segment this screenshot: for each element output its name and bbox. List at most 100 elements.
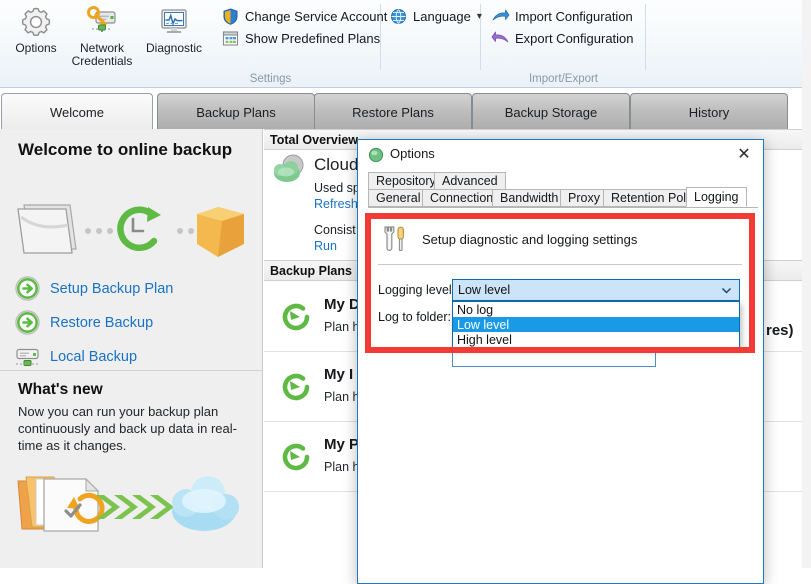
sidebar-item-label: Setup Backup Plan (50, 280, 174, 297)
log-to-folder-label: Log to folder: (378, 310, 451, 324)
diagnostic-button-label: Diagnostic (145, 41, 203, 55)
grid-window-icon (221, 29, 240, 48)
dropdown-option-low-level[interactable]: Low level (453, 317, 739, 332)
tab-history[interactable]: History (630, 93, 788, 130)
chevron-down-icon[interactable] (720, 284, 733, 297)
show-predefined-plans-label: Show Predefined Plans (245, 30, 381, 46)
welcome-sidebar: Welcome to online backup Setup Backup Pl… (0, 129, 263, 568)
export-configuration-button[interactable]: Export Configuration (491, 27, 634, 49)
logging-settings-panel: Setup diagnostic and logging settings Lo… (370, 218, 750, 367)
logging-level-value: Low level (458, 283, 511, 297)
green-arrow-circle-icon (14, 275, 41, 302)
shield-icon (221, 7, 240, 26)
overview-title: Cloud (314, 155, 359, 174)
tab-logging[interactable]: Logging (686, 187, 747, 207)
whats-new-illustration (14, 465, 239, 540)
show-predefined-plans-button[interactable]: Show Predefined Plans (221, 27, 380, 49)
tab-advanced[interactable]: Advanced (434, 172, 506, 190)
run-link[interactable]: Run (314, 239, 337, 253)
tab-proxy[interactable]: Proxy (560, 189, 608, 207)
panel-divider (378, 264, 742, 265)
close-icon[interactable]: ✕ (729, 143, 759, 167)
dropdown-option-label: High level (457, 332, 512, 347)
dropdown-option-label: No log (457, 302, 494, 317)
green-arrow-circle-icon (14, 309, 41, 336)
blue-arrow-icon (491, 7, 510, 26)
tab-bandwidth[interactable]: Bandwidth (492, 189, 567, 207)
ribbon-group-import-export: Import/Export Import Configuration Expor… (481, 0, 646, 88)
tab-label: Proxy (568, 191, 600, 205)
whats-new-text: Now you can run your backup plan continu… (18, 404, 237, 453)
dropdown-option-no-log[interactable]: No log (453, 302, 739, 317)
plan-name: My P (324, 436, 360, 453)
sidebar-item-label: Local Backup (50, 348, 138, 365)
tab-label: Restore Plans (352, 104, 434, 120)
clipped-text: res) (766, 322, 794, 339)
tab-welcome[interactable]: Welcome (1, 93, 153, 130)
tab-label: Logging (694, 190, 739, 204)
change-service-account-button[interactable]: Change Service Account (221, 5, 387, 27)
tab-label: Backup Storage (504, 104, 598, 120)
green-refresh-icon (277, 438, 315, 479)
sidebar-item-setup-backup-plan[interactable]: Setup Backup Plan (14, 275, 173, 302)
tab-backup-plans[interactable]: Backup Plans (157, 93, 315, 130)
sidebar-divider (0, 370, 263, 371)
server-icon (14, 343, 41, 370)
page-title: Welcome to online backup (18, 140, 233, 159)
plan-name: My D (324, 296, 360, 313)
wrench-screwdriver-icon (378, 224, 410, 256)
tab-label: Connection (430, 191, 494, 205)
sidebar-item-local-backup[interactable]: Local Backup (14, 343, 137, 370)
ribbon-toolbar: Settings Options Network Credentials Dia… (0, 0, 811, 88)
tab-label: General (376, 191, 421, 205)
tab-general[interactable]: General (368, 189, 429, 207)
import-configuration-button[interactable]: Import Configuration (491, 5, 633, 27)
log-to-folder-input[interactable] (452, 349, 656, 367)
logging-level-select[interactable]: Low level (452, 279, 740, 301)
tab-label: History (688, 104, 730, 120)
main-tab-strip: Welcome Backup Plans Restore Plans Backu… (0, 88, 811, 130)
key-server-icon (68, 3, 136, 41)
whats-new-heading: What's new (18, 381, 103, 398)
tab-repository[interactable]: Repository (368, 172, 444, 190)
options-button[interactable]: Options (2, 2, 70, 68)
cloud-icon (271, 153, 309, 185)
tab-restore-plans[interactable]: Restore Plans (314, 93, 472, 130)
ribbon-group-label: Import/Export (528, 73, 599, 85)
logging-level-dropdown-list[interactable]: No log Low level High level (452, 301, 740, 348)
refresh-link[interactable]: Refresh (314, 197, 358, 211)
dialog-tab-underline (368, 207, 758, 208)
change-service-account-label: Change Service Account (245, 8, 388, 24)
options-sphere-icon (368, 147, 384, 163)
tab-label: Bandwidth (500, 191, 559, 205)
sidebar-item-restore-backup[interactable]: Restore Backup (14, 309, 153, 336)
tab-backup-storage[interactable]: Backup Storage (472, 93, 630, 130)
purple-arrow-icon (491, 29, 510, 48)
sidebar-item-label: Restore Backup (50, 314, 154, 331)
language-button[interactable]: Language ▾ (389, 5, 482, 27)
tab-connection[interactable]: Connection (422, 189, 502, 207)
network-credentials-button[interactable]: Network Credentials (68, 2, 136, 68)
gear-icon (2, 3, 70, 41)
used-space-label: Used sp (314, 181, 360, 195)
globe-icon (389, 7, 408, 26)
options-button-label: Options (15, 41, 57, 55)
green-refresh-icon (277, 298, 315, 339)
vertical-scrollbar[interactable] (802, 0, 811, 568)
green-refresh-icon (277, 368, 315, 409)
plan-name: My I (324, 366, 354, 383)
language-label: Language (413, 8, 471, 24)
dropdown-option-label: Low level (457, 317, 510, 332)
dialog-title: Options (390, 146, 435, 161)
backup-flow-illustration (12, 187, 252, 267)
export-configuration-label: Export Configuration (515, 30, 634, 46)
tab-label: Advanced (442, 174, 498, 188)
panel-heading: Setup diagnostic and logging settings (422, 232, 638, 247)
tab-label: Welcome (50, 104, 104, 120)
ribbon-group-language: Language ▾ (381, 0, 482, 88)
dialog-title-bar[interactable]: Options ✕ (358, 140, 763, 170)
dropdown-option-high-level[interactable]: High level (453, 332, 739, 347)
monitor-pulse-icon (140, 3, 208, 41)
diagnostic-button[interactable]: Diagnostic (140, 2, 208, 68)
logging-level-label: Logging level: (378, 283, 456, 297)
